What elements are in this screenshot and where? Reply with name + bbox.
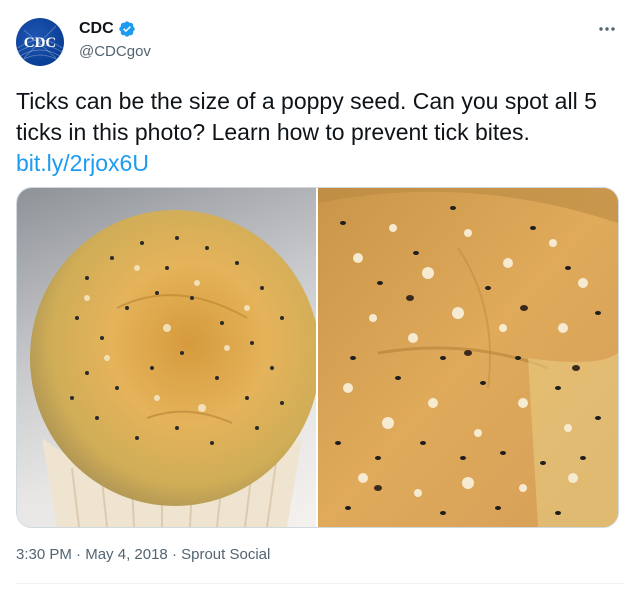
timestamp-separator: · (167, 546, 182, 563)
avatar-text: CDC (24, 35, 57, 51)
tweet-text: Ticks can be the size of a poppy seed. C… (16, 88, 597, 145)
verified-badge-icon (118, 20, 136, 38)
tweet-text-block: Ticks can be the size of a poppy seed. C… (16, 86, 626, 179)
timestamp-separator: · (71, 546, 86, 563)
author-name[interactable]: CDC (79, 20, 114, 38)
cdc-avatar[interactable]: CDC (16, 18, 64, 66)
poppy-seed-muffin-closeup-image[interactable] (318, 188, 618, 527)
more-dots-icon (599, 27, 615, 31)
tweet-date[interactable]: May 4, 2018 (85, 546, 168, 563)
tweet-media[interactable] (16, 187, 619, 528)
tweet-card: CDC CDC @CDCgov Ticks can be the size of… (0, 0, 640, 594)
author-handle[interactable]: @CDCgov (79, 43, 151, 60)
cdc-logo-icon: CDC (17, 25, 63, 61)
more-options-button[interactable] (596, 18, 618, 40)
tweet-time[interactable]: 3:30 PM (16, 546, 72, 563)
tweet-link[interactable]: bit.ly/2rjox6U (16, 148, 626, 179)
tweet-timestamp: 3:30 PM · May 4, 2018 · Sprout Social (16, 546, 270, 563)
tweet-source[interactable]: Sprout Social (181, 546, 270, 563)
author-block: CDC @CDCgov (79, 18, 151, 60)
divider (16, 583, 624, 584)
poppy-seed-muffin-image[interactable] (17, 188, 320, 527)
